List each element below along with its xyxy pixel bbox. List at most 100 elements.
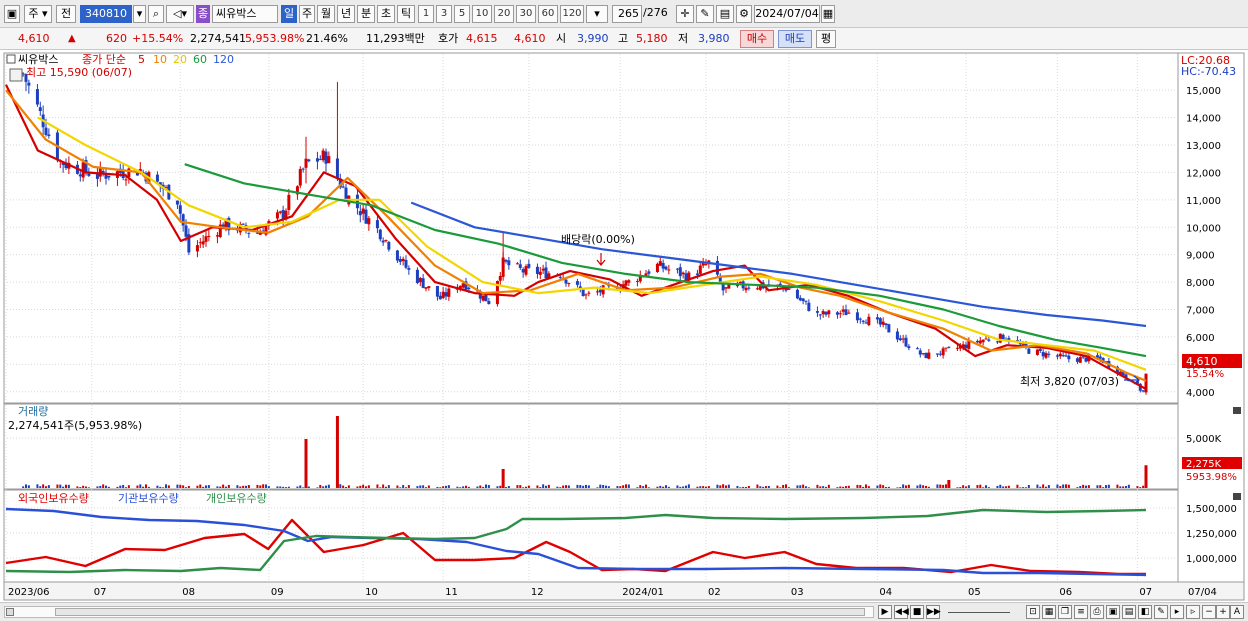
- count-input[interactable]: 265: [612, 5, 642, 23]
- layout-icon[interactable]: ▦: [1042, 605, 1056, 619]
- candle-body: [461, 283, 465, 288]
- list-icon[interactable]: ≡: [1074, 605, 1088, 619]
- volume-bar: [782, 484, 785, 488]
- tab-monthly[interactable]: 월: [317, 5, 335, 23]
- volume-bar: [902, 484, 905, 488]
- date-input[interactable]: 2024/07/04: [754, 5, 820, 23]
- avg-button[interactable]: 평: [816, 30, 836, 48]
- volume-bar: [987, 487, 990, 488]
- search-icon[interactable]: ⌕: [148, 5, 164, 23]
- volume-bar: [465, 485, 467, 488]
- candle-body: [664, 266, 668, 270]
- holdings-panel-close-icon[interactable]: [1233, 493, 1241, 500]
- scroll-thumb[interactable]: [55, 608, 865, 616]
- interval-1[interactable]: 1: [418, 5, 434, 23]
- buy-button[interactable]: 매수: [740, 30, 774, 48]
- volume-bar: [187, 485, 190, 488]
- volume-bar: [302, 487, 305, 488]
- candle-body: [287, 194, 291, 210]
- candle-body: [541, 268, 545, 271]
- volume-panel-close-icon[interactable]: [1233, 407, 1241, 414]
- candle-body: [318, 159, 322, 161]
- interval-60[interactable]: 60: [538, 5, 558, 23]
- volume-bar: [565, 485, 567, 488]
- scroll-left-icon[interactable]: [6, 608, 14, 616]
- candle-body: [35, 89, 39, 105]
- crosshair-icon[interactable]: ✛: [676, 5, 694, 23]
- volume-bar: [1125, 486, 1127, 488]
- chart-settings-icon[interactable]: ▣: [4, 5, 20, 23]
- tab-tick[interactable]: 틱: [397, 5, 415, 23]
- candle-body: [355, 194, 359, 209]
- zoom-out-icon[interactable]: −: [1202, 605, 1216, 619]
- pan-left-icon[interactable]: ▸: [1170, 605, 1184, 619]
- sell-button[interactable]: 매도: [778, 30, 812, 48]
- candle-body: [595, 291, 599, 293]
- scroll-right-icon[interactable]: ▶: [878, 605, 892, 619]
- interval-5[interactable]: 5: [454, 5, 470, 23]
- candle-body: [1021, 343, 1025, 345]
- settings-small-icon[interactable]: ✎: [1154, 605, 1168, 619]
- pan-icon[interactable]: ▹: [1186, 605, 1200, 619]
- table-icon[interactable]: ▤: [1122, 605, 1136, 619]
- grid-icon[interactable]: [9, 68, 23, 82]
- interval-20[interactable]: 20: [494, 5, 514, 23]
- calendar-icon[interactable]: ▦: [821, 5, 835, 23]
- volume-bar: [825, 486, 827, 488]
- image-icon[interactable]: ▣: [1106, 605, 1120, 619]
- volume-bar: [516, 485, 519, 488]
- save-icon[interactable]: ▤: [716, 5, 734, 23]
- draw-tool-icon[interactable]: ✎: [696, 5, 714, 23]
- volume-bar: [662, 486, 665, 488]
- volume-bar: [347, 485, 350, 488]
- rewind-icon[interactable]: ◀◀: [894, 605, 909, 619]
- auto-scale-icon[interactable]: A: [1230, 605, 1244, 619]
- volume-bar: [379, 487, 382, 488]
- volume-bar: [979, 484, 982, 488]
- stock-name-field[interactable]: 씨유박스: [212, 5, 278, 23]
- candle-body: [947, 346, 951, 348]
- chart-type-icon[interactable]: ◧: [1138, 605, 1152, 619]
- volume-bar: [747, 485, 750, 488]
- interval-10[interactable]: 10: [472, 5, 492, 23]
- zoom-box-icon[interactable]: ⊡: [1026, 605, 1040, 619]
- stop-icon[interactable]: ■: [910, 605, 924, 619]
- stock-code-input[interactable]: 340810: [80, 5, 132, 23]
- candle-body: [364, 209, 368, 224]
- print-icon[interactable]: ⎙: [1090, 605, 1104, 619]
- volume-bar: [505, 487, 507, 488]
- tab-minute[interactable]: 분: [357, 5, 375, 23]
- copy-icon[interactable]: ❐: [1058, 605, 1072, 619]
- interval-dropdown-icon[interactable]: ▾: [586, 5, 608, 23]
- interval-30[interactable]: 30: [516, 5, 536, 23]
- candle-body: [667, 269, 671, 271]
- candle-body: [427, 286, 431, 288]
- zoom-in-icon[interactable]: +: [1216, 605, 1230, 619]
- stock-chart[interactable]: 15,000 14,000 13,000 12,000 11,000 10,000 9,00…: [0, 50, 1248, 602]
- volume-bar: [967, 485, 970, 488]
- volume-bar: [882, 485, 885, 488]
- volume-bar: [216, 486, 219, 488]
- tab-yearly[interactable]: 년: [337, 5, 355, 23]
- volume-bar: [219, 486, 222, 488]
- candle-body: [841, 309, 845, 312]
- tab-daily[interactable]: 일: [281, 5, 297, 23]
- market-select[interactable]: 전: [56, 5, 76, 23]
- volume-bar: [559, 487, 562, 488]
- period-type-select[interactable]: 주 ▾: [24, 5, 52, 23]
- code-dropdown-icon[interactable]: ▾: [133, 5, 146, 23]
- forward-icon[interactable]: ▶▶: [926, 605, 941, 619]
- volume-bar: [896, 487, 899, 488]
- gear-icon[interactable]: ⚙: [736, 5, 752, 23]
- horizontal-scrollbar[interactable]: [4, 606, 874, 618]
- zoom-slider[interactable]: [948, 612, 1010, 613]
- interval-3[interactable]: 3: [436, 5, 452, 23]
- sound-icon[interactable]: ◁▾: [166, 5, 194, 23]
- volume-bar: [1139, 487, 1142, 488]
- interval-120[interactable]: 120: [560, 5, 584, 23]
- legend-ma60: 60: [193, 53, 207, 66]
- holdings-tick-label: 1,000,000: [1186, 554, 1237, 565]
- tab-second[interactable]: 초: [377, 5, 395, 23]
- candle-body: [847, 312, 851, 314]
- tab-weekly[interactable]: 주: [299, 5, 315, 23]
